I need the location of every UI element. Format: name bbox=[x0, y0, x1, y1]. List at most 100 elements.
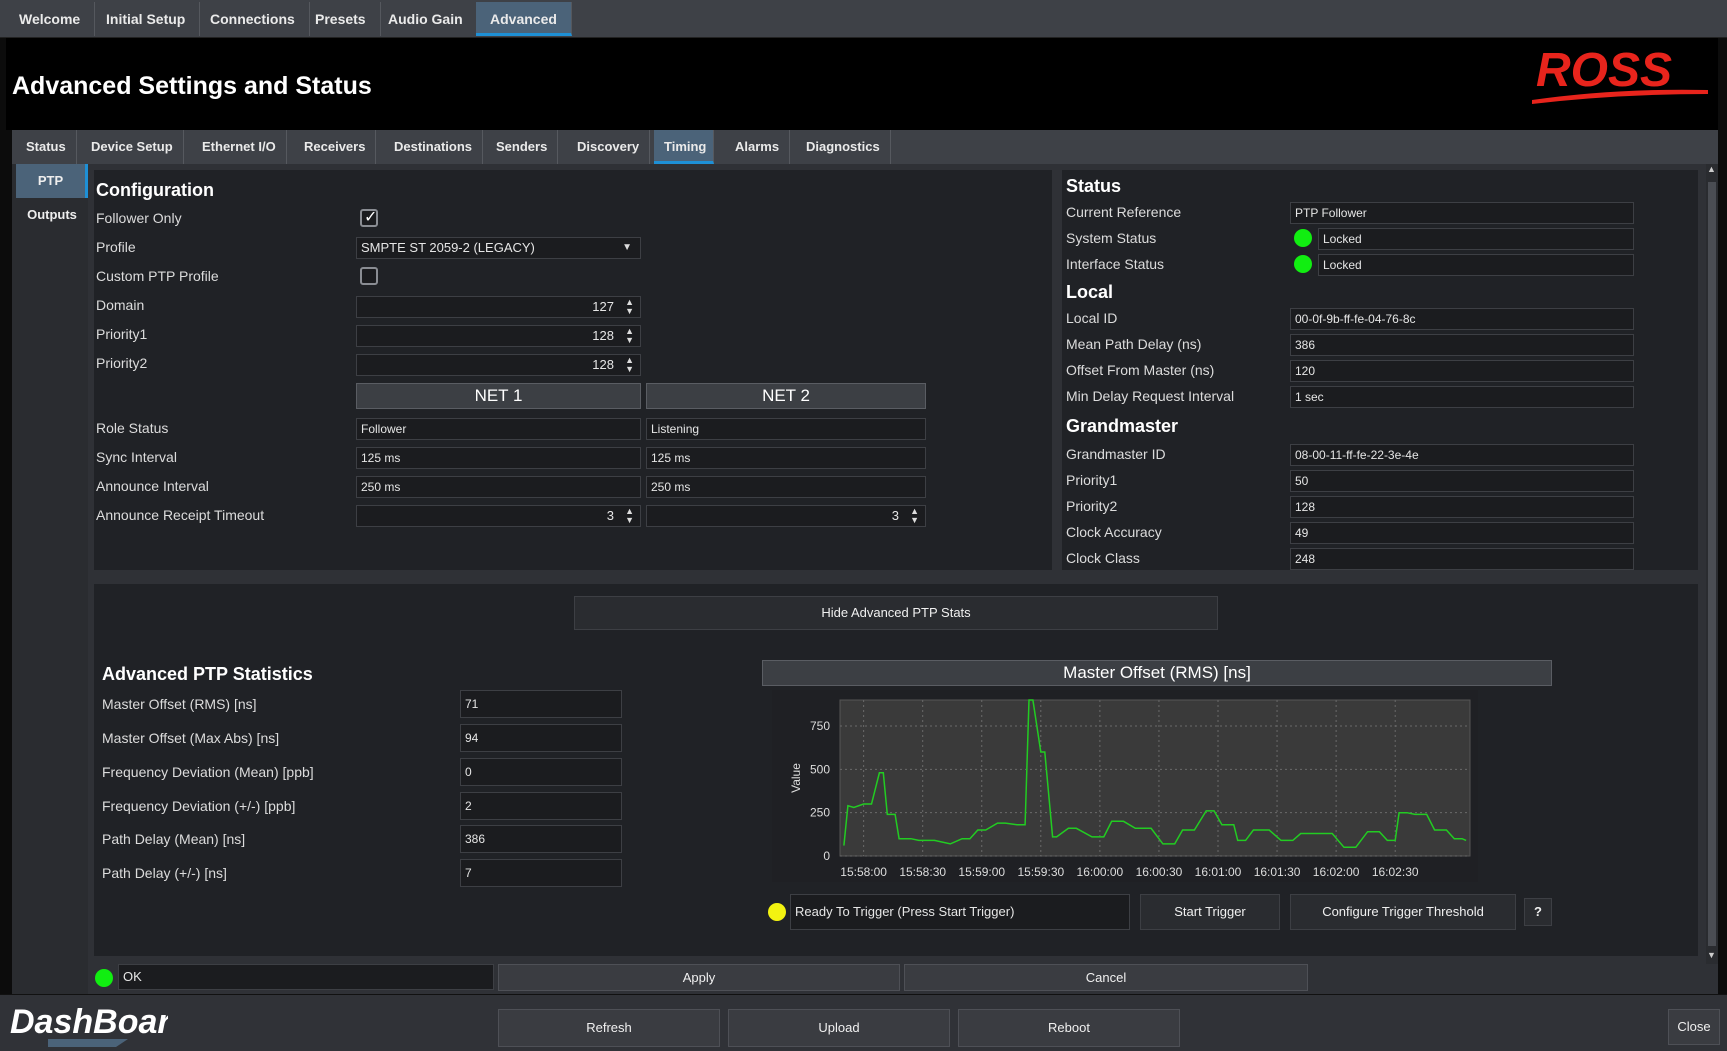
page-title: Advanced Settings and Status bbox=[12, 72, 372, 100]
tab-advanced[interactable]: Advanced bbox=[476, 2, 572, 36]
x-tick-label: 16:02:30 bbox=[1372, 865, 1419, 879]
gm-priority2-label: Priority2 bbox=[1066, 498, 1118, 514]
status-text-field: OK bbox=[118, 964, 494, 990]
tab-audio-gain[interactable]: Audio Gain bbox=[374, 2, 478, 36]
apply-button[interactable]: Apply bbox=[498, 964, 900, 991]
master-offset-chart: 0 250 500 750 15:58:00 15:58:30 15:59:00 15:59:… bbox=[772, 690, 1478, 882]
help-button[interactable]: ? bbox=[1524, 898, 1552, 926]
side-item-ptp[interactable]: PTP bbox=[16, 164, 88, 198]
title-bar: Advanced Settings and Status ROSS bbox=[6, 38, 1718, 130]
domain-spinner[interactable]: 127 ▲ ▼ bbox=[356, 296, 641, 318]
scrollbar-thumb[interactable] bbox=[1708, 182, 1716, 946]
subtab-device-setup[interactable]: Device Setup bbox=[81, 130, 184, 164]
net2-header: NET 2 bbox=[646, 383, 926, 409]
gm-priority1-label: Priority1 bbox=[1066, 472, 1118, 488]
local-id-label: Local ID bbox=[1066, 310, 1118, 326]
stat-label: Master Offset (Max Abs) [ns] bbox=[102, 730, 280, 746]
spin-arrows-icon[interactable]: ▲ ▼ bbox=[910, 507, 919, 525]
x-tick-label: 16:00:30 bbox=[1136, 865, 1183, 879]
vertical-scrollbar[interactable]: ▲ ▼ bbox=[1706, 164, 1718, 964]
scroll-up-icon[interactable]: ▲ bbox=[1707, 164, 1716, 174]
subtab-timing[interactable]: Timing bbox=[654, 130, 714, 164]
follower-only-checkbox[interactable]: ✓ bbox=[360, 209, 378, 227]
timeout-net1-spinner[interactable]: 3 ▲ ▼ bbox=[356, 505, 641, 527]
x-tick-label: 16:01:00 bbox=[1195, 865, 1242, 879]
cancel-button[interactable]: Cancel bbox=[904, 964, 1308, 991]
scroll-down-icon[interactable]: ▼ bbox=[1707, 950, 1716, 960]
subtab-senders[interactable]: Senders bbox=[486, 130, 559, 164]
trigger-status-field: Ready To Trigger (Press Start Trigger) bbox=[790, 894, 1130, 930]
interface-status-value: Locked bbox=[1318, 254, 1634, 276]
spin-arrows-icon[interactable]: ▲ ▼ bbox=[625, 298, 634, 316]
spin-arrows-icon[interactable]: ▲ ▼ bbox=[625, 327, 634, 345]
grandmaster-id-label: Grandmaster ID bbox=[1066, 446, 1166, 462]
check-icon: ✓ bbox=[364, 209, 378, 226]
upload-button[interactable]: Upload bbox=[728, 1009, 950, 1047]
system-status-label: System Status bbox=[1066, 230, 1157, 246]
role-status-label: Role Status bbox=[96, 420, 169, 436]
y-axis-label: Value bbox=[789, 763, 803, 793]
subtab-discovery[interactable]: Discovery bbox=[567, 130, 651, 164]
status-panel: Status Current Reference PTP Follower Sy… bbox=[1062, 170, 1698, 570]
tab-welcome[interactable]: Welcome bbox=[5, 2, 96, 36]
announce-interval-net1: 250 ms bbox=[356, 476, 641, 498]
ross-logo: ROSS bbox=[1532, 44, 1708, 104]
custom-ptp-profile-label: Custom PTP Profile bbox=[96, 268, 219, 284]
dashboard-logo-text: DashBoard bbox=[10, 1003, 168, 1041]
profile-value: SMPTE ST 2059-2 (LEGACY) bbox=[361, 240, 535, 255]
tab-initial-setup[interactable]: Initial Setup bbox=[92, 2, 201, 36]
stat-label: Master Offset (RMS) [ns] bbox=[102, 696, 257, 712]
grandmaster-title: Grandmaster bbox=[1066, 416, 1179, 436]
profile-label: Profile bbox=[96, 239, 136, 255]
timeout-net2-spinner[interactable]: 3 ▲ ▼ bbox=[646, 505, 926, 527]
spin-arrows-icon[interactable]: ▲ ▼ bbox=[625, 356, 634, 374]
subtab-destinations[interactable]: Destinations bbox=[384, 130, 484, 164]
x-tick-label: 15:58:30 bbox=[899, 865, 946, 879]
side-item-outputs[interactable]: Outputs bbox=[16, 198, 88, 232]
y-tick-label: 500 bbox=[810, 762, 830, 776]
clock-class-value: 248 bbox=[1290, 548, 1634, 570]
role-status-net2: Listening bbox=[646, 418, 926, 440]
sub-tab-bar: Status Device Setup Ethernet I/O Receive… bbox=[12, 130, 1718, 164]
offset-from-master-label: Offset From Master (ns) bbox=[1066, 362, 1215, 378]
x-tick-label: 15:59:00 bbox=[958, 865, 1005, 879]
sync-interval-net1: 125 ms bbox=[356, 447, 641, 469]
custom-ptp-profile-checkbox[interactable] bbox=[360, 267, 378, 285]
timeout-net1-value: 3 bbox=[606, 508, 614, 523]
refresh-button[interactable]: Refresh bbox=[498, 1009, 720, 1047]
subtab-diagnostics[interactable]: Diagnostics bbox=[796, 130, 891, 164]
advanced-stats-panel: Hide Advanced PTP Stats Advanced PTP Sta… bbox=[94, 584, 1698, 956]
grandmaster-id-value: 08-00-11-ff-fe-22-3e-4e bbox=[1290, 444, 1634, 466]
stat-label: Frequency Deviation (Mean) [ppb] bbox=[102, 764, 314, 780]
priority2-spinner[interactable]: 128 ▲ ▼ bbox=[356, 354, 641, 376]
min-delay-request-value: 1 sec bbox=[1290, 386, 1634, 408]
close-button[interactable]: Close bbox=[1668, 1009, 1720, 1045]
subtab-status[interactable]: Status bbox=[16, 130, 77, 164]
spin-arrows-icon[interactable]: ▲ ▼ bbox=[625, 507, 634, 525]
start-trigger-button[interactable]: Start Trigger bbox=[1140, 894, 1280, 930]
subtab-ethernet-io[interactable]: Ethernet I/O bbox=[192, 130, 287, 164]
subtab-receivers[interactable]: Receivers bbox=[294, 130, 377, 164]
x-tick-label: 16:01:30 bbox=[1254, 865, 1301, 879]
announce-interval-net2: 250 ms bbox=[646, 476, 926, 498]
x-tick-label: 16:02:00 bbox=[1313, 865, 1360, 879]
hide-advanced-stats-button[interactable]: Hide Advanced PTP Stats bbox=[574, 596, 1218, 630]
y-tick-label: 250 bbox=[810, 806, 830, 820]
advanced-stats-title: Advanced PTP Statistics bbox=[102, 664, 313, 684]
role-status-net1: Follower bbox=[356, 418, 641, 440]
priority1-spinner[interactable]: 128 ▲ ▼ bbox=[356, 325, 641, 347]
subtab-alarms[interactable]: Alarms bbox=[725, 130, 791, 164]
profile-select[interactable]: SMPTE ST 2059-2 (LEGACY) ▼ bbox=[356, 237, 641, 259]
chart-title: Master Offset (RMS) [ns] bbox=[762, 660, 1552, 686]
configure-trigger-threshold-button[interactable]: Configure Trigger Threshold bbox=[1290, 894, 1516, 930]
system-status-indicator bbox=[1294, 229, 1312, 247]
stat-value: 0 bbox=[460, 758, 622, 786]
tab-connections[interactable]: Connections bbox=[196, 2, 310, 36]
dashboard-logo: DashBoard bbox=[10, 1003, 168, 1047]
timeout-net2-value: 3 bbox=[891, 508, 899, 523]
chevron-down-icon: ▼ bbox=[622, 242, 632, 253]
x-tick-label: 16:00:00 bbox=[1077, 865, 1124, 879]
reboot-button[interactable]: Reboot bbox=[958, 1009, 1180, 1047]
y-tick-label: 750 bbox=[810, 719, 830, 733]
tab-presets[interactable]: Presets bbox=[301, 2, 381, 36]
